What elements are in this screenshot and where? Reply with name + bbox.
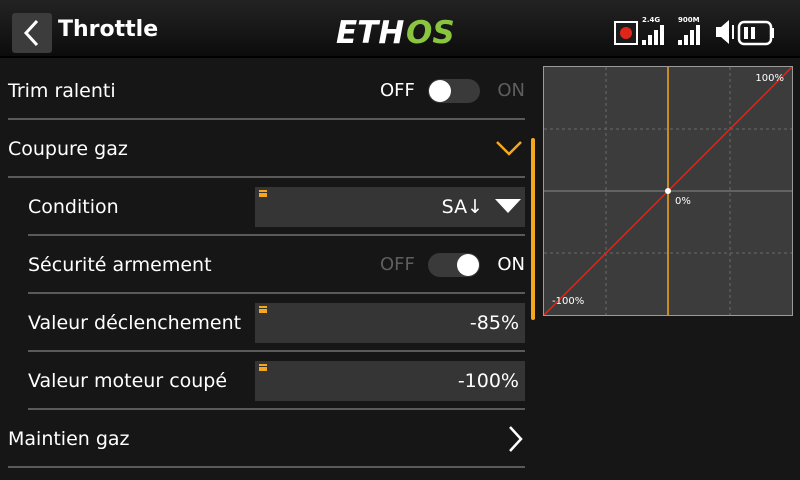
valeur-declenchement-field[interactable]: -85% [255,303,525,343]
chevron-right-icon[interactable] [505,425,525,453]
row-label: Valeur déclenchement [28,312,242,334]
input-point [665,188,671,194]
toggle-knob [457,254,479,276]
graph-label-max: 100% [755,73,784,84]
throttle-curve-graph: 100% 0% -100% [543,66,793,316]
edit-marker-icon [259,190,267,197]
header-bar: Throttle ETH OS 2.4G 900M [0,0,800,58]
securite-armement-toggle[interactable]: OFF ON [380,251,525,279]
condition-select[interactable]: SA↓ [255,187,525,227]
row-condition: Condition SA↓ [0,178,525,236]
field-value: -85% [469,312,519,334]
caret-down-icon [495,199,521,213]
row-valeur-declenchement: Valeur déclenchement -85% [0,294,525,352]
toggle-knob [429,80,451,102]
toggle-track [428,79,480,103]
row-maintien-gaz[interactable]: Maintien gaz [0,410,525,468]
status-area: 2.4G 900M [610,14,790,48]
record-icon [614,21,638,45]
row-label: Sécurité armement [28,254,212,276]
field-value: -100% [457,370,519,392]
row-label: Maintien gaz [8,428,130,450]
graph-label-center: 0% [675,196,691,207]
row-label: Valeur moteur coupé [28,370,228,392]
row-divider [8,466,525,468]
svg-text:2.4G: 2.4G [642,16,660,24]
toggle-on-label: ON [497,80,525,101]
condition-value: SA↓ [441,196,483,218]
edit-marker-icon [259,306,267,313]
row-label: Trim ralenti [8,80,116,102]
chevron-down-icon[interactable] [495,138,523,158]
battery-icon [737,20,774,46]
edit-marker-icon [259,364,267,371]
trim-ralenti-toggle[interactable]: OFF ON [380,77,525,105]
row-trim-ralenti: Trim ralenti OFF ON [0,62,525,120]
toggle-on-label: ON [497,254,525,275]
back-button[interactable] [12,13,52,53]
chevron-left-icon [23,19,39,47]
row-coupure-gaz[interactable]: Coupure gaz [0,120,525,178]
speaker-icon [716,20,734,44]
valeur-moteur-coupe-field[interactable]: -100% [255,361,525,401]
svg-text:900M: 900M [678,16,700,24]
row-valeur-moteur-coupe: Valeur moteur coupé -100% [0,352,525,410]
graph-label-min: -100% [552,296,585,307]
svg-text:ETH: ETH [336,15,404,50]
signal-900m-icon: 900M [678,16,700,45]
toggle-off-label: OFF [380,80,415,101]
page-title: Throttle [58,17,159,42]
signal-2-4g-icon: 2.4G [642,16,664,45]
toggle-off-label: OFF [380,254,415,275]
row-securite-armement: Sécurité armement OFF ON [0,236,525,294]
scrollbar[interactable] [531,138,535,320]
row-label: Coupure gaz [8,138,128,160]
ethos-logo: ETH OS [336,10,466,54]
curve-plot [543,66,793,316]
toggle-track [428,253,480,277]
row-label: Condition [28,196,119,218]
svg-text:OS: OS [406,15,455,50]
